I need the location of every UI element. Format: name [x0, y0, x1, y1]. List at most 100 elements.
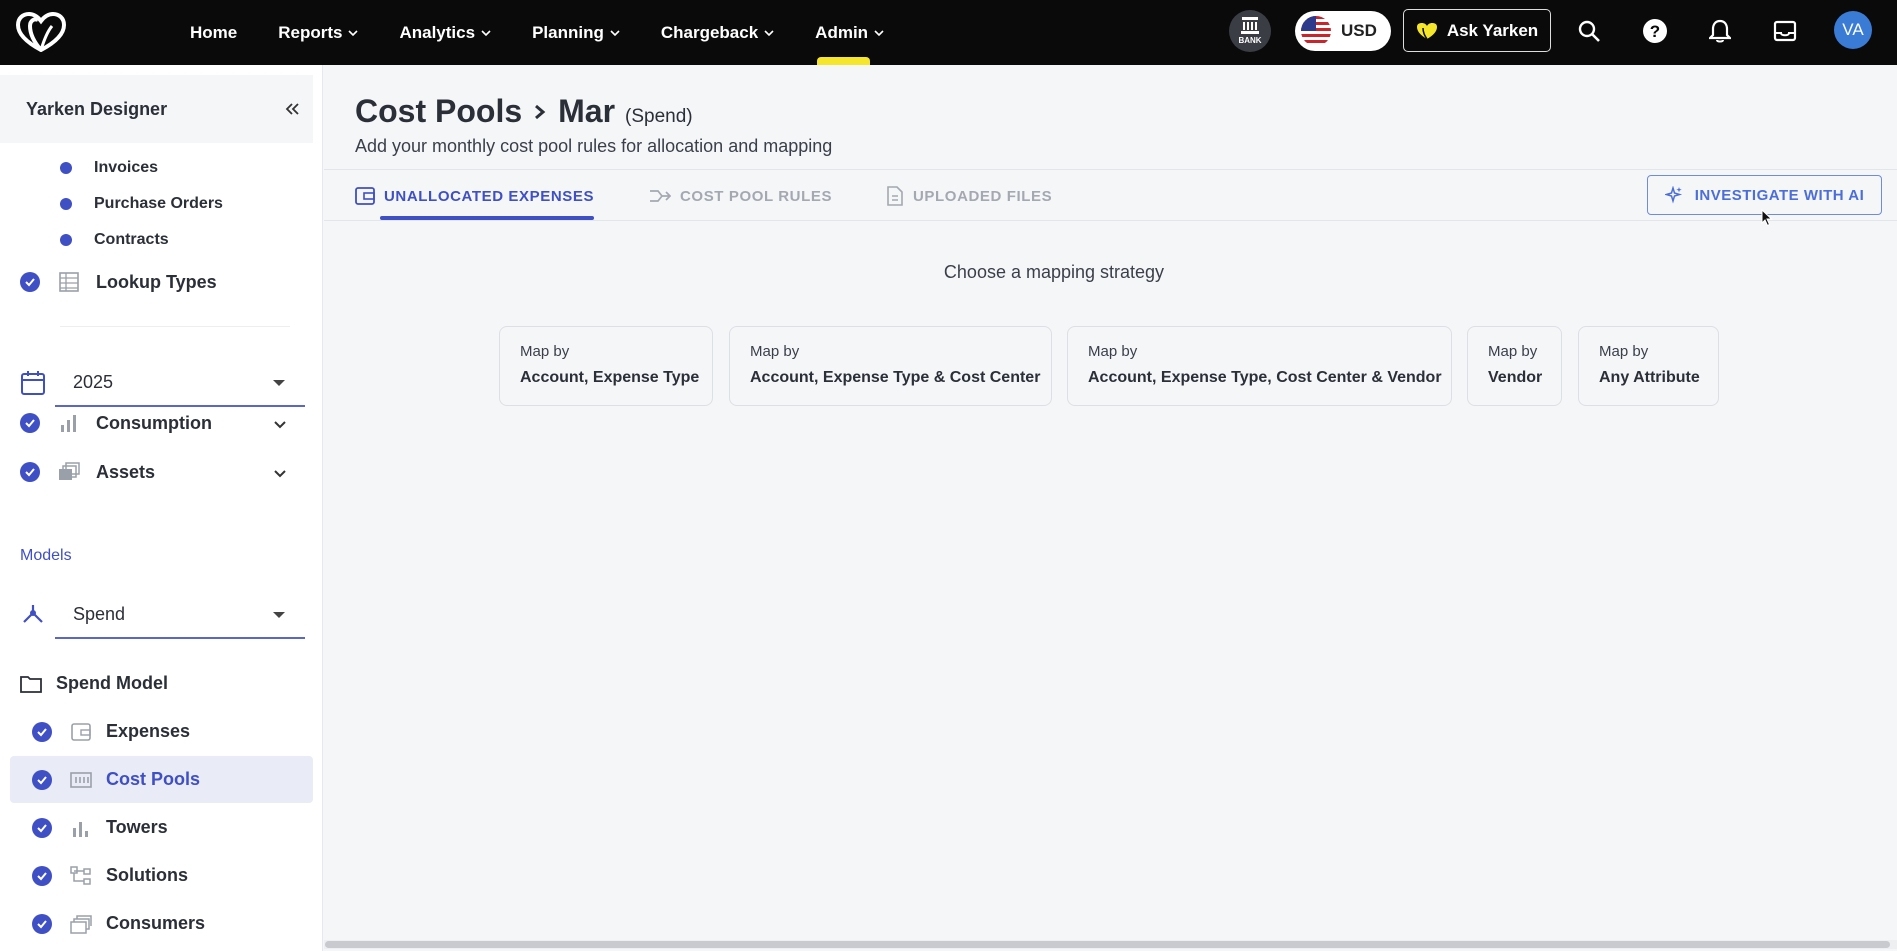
tab-uploaded-files[interactable]: UPLOADED FILES [886, 170, 1052, 222]
top-navigation-bar: Home Reports Analytics Planning Chargeba… [0, 0, 1897, 65]
sidebar-item-contracts[interactable]: Contracts [60, 231, 169, 249]
sidebar-item-solutions[interactable]: Solutions [10, 852, 313, 899]
yarken-logo[interactable] [16, 12, 66, 52]
folder-label: Spend Model [56, 673, 168, 693]
layers-icon [58, 461, 80, 483]
dropdown-caret-icon [273, 612, 285, 618]
sidebar-header: Yarken Designer [0, 75, 313, 143]
strategy-prefix: Map by [1088, 343, 1138, 360]
check-circle-icon [32, 721, 52, 742]
bar-chart-icon [58, 412, 80, 434]
sidebar-item-label: Assets [96, 461, 156, 482]
check-circle-icon [32, 913, 52, 934]
wallet-icon [355, 187, 375, 205]
sidebar-item-cost-pools[interactable]: Cost Pools [10, 756, 313, 803]
sidebar-item-lookup-types[interactable]: Lookup Types [20, 271, 217, 293]
main-nav: Home Reports Analytics Planning Chargeba… [190, 0, 925, 65]
models-section-label: Models [20, 547, 72, 564]
collapse-sidebar-icon[interactable] [283, 100, 301, 118]
wallet-icon [70, 721, 92, 743]
sidebar-item-expenses[interactable]: Expenses [10, 708, 313, 755]
sparkle-icon [1664, 186, 1682, 204]
nav-chargeback-label: Chargeback [660, 22, 759, 42]
sidebar-item-label: Consumption [96, 412, 212, 433]
nav-chargeback[interactable]: Chargeback [661, 0, 774, 65]
scrollbar-thumb[interactable] [325, 941, 1890, 948]
sidebar-item-invoices[interactable]: Invoices [60, 159, 158, 177]
inbox-icon[interactable] [1770, 16, 1800, 46]
check-circle-icon [32, 865, 52, 886]
year-select[interactable]: 2025 [55, 359, 305, 407]
page-title: Cost Pools Mar (Spend) [355, 93, 693, 130]
sidebar-item-label: Purchase Orders [94, 195, 223, 212]
tab-unallocated-expenses[interactable]: UNALLOCATED EXPENSES [355, 170, 595, 222]
nav-reports[interactable]: Reports [278, 0, 359, 65]
nav-home[interactable]: Home [190, 0, 237, 65]
strategy-card-account-expense-type[interactable]: Map by Account, Expense Type [499, 326, 713, 406]
strategy-prefix: Map by [1599, 343, 1649, 360]
breadcrumb-root[interactable]: Cost Pools [355, 93, 522, 130]
strategy-heading: Choose a mapping strategy [943, 262, 1165, 282]
sidebar-item-purchase-orders[interactable]: Purchase Orders [60, 195, 223, 213]
strategy-card-account-expense-type-cost-center-vendor[interactable]: Map by Account, Expense Type, Cost Cente… [1067, 326, 1452, 406]
strategy-card-any-attribute[interactable]: Map by Any Attribute [1578, 326, 1719, 406]
bank-icon [1241, 17, 1259, 34]
model-select-value: Spend [73, 603, 126, 624]
search-icon[interactable] [1574, 16, 1604, 46]
strategy-label: Account, Expense Type [520, 369, 700, 386]
us-flag-icon [1301, 16, 1331, 46]
svg-text:?: ? [1650, 22, 1660, 41]
mouse-cursor-icon [1761, 209, 1773, 227]
chevron-down-icon [610, 29, 620, 36]
tab-cost-pool-rules[interactable]: COST POOL RULES [649, 170, 832, 222]
sidebar-item-assets[interactable]: Assets [20, 461, 286, 483]
merge-arrow-icon [650, 190, 671, 202]
yarken-heart-icon [1416, 22, 1437, 39]
nav-planning-label: Planning [532, 22, 604, 42]
strategy-card-account-expense-type-cost-center[interactable]: Map by Account, Expense Type & Cost Cent… [729, 326, 1052, 406]
bullet-dot [60, 234, 72, 246]
model-select[interactable]: Spend [55, 591, 305, 639]
sidebar-divider [60, 326, 290, 327]
sidebar-item-label: Consumers [106, 913, 206, 933]
chevron-down-icon [874, 29, 884, 36]
sidebar-item-label: Cost Pools [106, 769, 201, 789]
currency-selector[interactable]: USD [1295, 11, 1391, 51]
ask-yarken-button[interactable]: Ask Yarken [1403, 9, 1551, 52]
bell-icon[interactable] [1705, 16, 1735, 46]
breadcrumb-current: Mar [558, 93, 616, 129]
bank-switcher[interactable]: BANK [1229, 10, 1271, 52]
sidebar-item-consumption[interactable]: Consumption [20, 412, 286, 434]
sidebar: Yarken Designer Invoices Purchase Orders… [0, 65, 323, 951]
tab-label: UPLOADED FILES [913, 187, 1053, 205]
help-icon[interactable]: ? [1640, 16, 1670, 46]
spend-model-folder[interactable]: Spend Model [20, 673, 168, 694]
layers-icon [70, 913, 92, 935]
chevron-down-icon[interactable] [272, 416, 288, 432]
nav-admin[interactable]: Admin [815, 0, 884, 65]
user-avatar[interactable]: VA [1834, 11, 1872, 49]
model-tree-icon [23, 605, 43, 623]
bank-label: BANK [1238, 36, 1262, 45]
bullet-dot [60, 162, 72, 174]
sidebar-item-consumers[interactable]: Consumers [10, 900, 313, 947]
page-subtitle: Add your monthly cost pool rules for all… [355, 136, 833, 156]
currency-label: USD [1341, 21, 1377, 40]
strategy-prefix: Map by [520, 343, 570, 360]
check-circle-icon [20, 413, 40, 433]
nav-planning[interactable]: Planning [532, 0, 620, 65]
strategy-card-vendor[interactable]: Map by Vendor [1467, 326, 1562, 406]
ask-yarken-label: Ask Yarken [1446, 20, 1539, 40]
file-icon [887, 186, 903, 206]
chevron-right-icon [535, 104, 546, 119]
nav-analytics[interactable]: Analytics [399, 0, 491, 65]
tab-label: COST POOL RULES [680, 187, 833, 205]
calendar-icon [21, 371, 45, 395]
sidebar-item-label: Lookup Types [96, 271, 217, 292]
table-icon [58, 271, 80, 293]
strategy-label: Any Attribute [1599, 369, 1700, 386]
chevron-down-icon[interactable] [272, 465, 288, 481]
check-circle-icon [32, 817, 52, 838]
sidebar-item-towers[interactable]: Towers [10, 804, 313, 851]
horizontal-scrollbar[interactable] [324, 940, 1897, 949]
